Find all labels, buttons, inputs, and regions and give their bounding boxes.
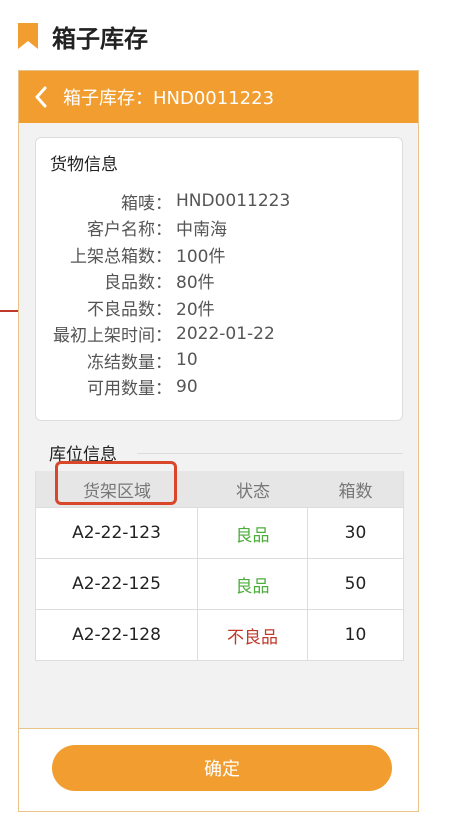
footer: 确定 bbox=[19, 728, 418, 811]
cell-count: 50 bbox=[344, 574, 367, 594]
table-header: 货架区域 状态 箱数 bbox=[36, 471, 403, 507]
location-table: 货架区域 状态 箱数 A2-22-123 良品 30 A2-22-125 良品 … bbox=[35, 471, 404, 661]
column-header-status: 状态 bbox=[236, 481, 270, 502]
info-value: 100件 bbox=[176, 246, 226, 267]
divider bbox=[137, 453, 403, 454]
info-row-available: 可用数量： 90 bbox=[36, 374, 402, 401]
info-row-frozen: 冻结数量： 10 bbox=[36, 347, 402, 374]
info-label: 最初上架时间： bbox=[53, 326, 172, 347]
page-header: 箱子库存 bbox=[18, 18, 148, 54]
cell-status: 良品 bbox=[198, 559, 308, 609]
bookmark-icon bbox=[18, 23, 38, 49]
nav-title: 箱子库存：HND0011223 bbox=[63, 88, 275, 109]
column-header-area: 货架区域 bbox=[83, 481, 151, 502]
cell-status: 不良品 bbox=[198, 610, 308, 660]
info-value: 90 bbox=[176, 376, 198, 397]
info-value: 20件 bbox=[176, 299, 215, 320]
info-value: 2022-01-22 bbox=[176, 323, 275, 344]
table-row: A2-22-123 良品 30 bbox=[36, 507, 403, 558]
goods-info-rows: 箱唛： HND0011223 客户名称： 中南海 上架总箱数： 100件 良品数： 80… bbox=[36, 188, 402, 400]
cell-count: 30 bbox=[344, 523, 367, 543]
cell-area: A2-22-123 bbox=[36, 508, 198, 558]
info-label: 冻结数量： bbox=[87, 352, 172, 373]
info-label: 客户名称： bbox=[87, 220, 172, 241]
info-row-bad-count: 不良品数： 20件 bbox=[36, 294, 402, 321]
info-value: HND0011223 bbox=[176, 191, 291, 212]
goods-info-card: 货物信息 箱唛： HND0011223 客户名称： 中南海 上架总箱数： 100件 良… bbox=[35, 137, 403, 421]
cell-area: A2-22-125 bbox=[36, 559, 198, 609]
info-row-good-count: 良品数： 80件 bbox=[36, 268, 402, 295]
location-info-title: 库位信息 bbox=[49, 445, 117, 465]
chevron-left-icon[interactable] bbox=[19, 71, 63, 123]
table-row: A2-22-125 良品 50 bbox=[36, 558, 403, 609]
nav-bar: 箱子库存：HND0011223 bbox=[19, 71, 418, 123]
info-label: 不良品数： bbox=[87, 299, 172, 320]
column-header-count: 箱数 bbox=[338, 481, 373, 502]
info-row-first-shelf-time: 最初上架时间： 2022-01-22 bbox=[36, 321, 402, 348]
info-row-customer: 客户名称： 中南海 bbox=[36, 215, 402, 242]
info-value: 80件 bbox=[176, 273, 215, 294]
table-row: A2-22-128 不良品 10 bbox=[36, 609, 403, 660]
info-row-total-boxes: 上架总箱数： 100件 bbox=[36, 241, 402, 268]
info-row-mark: 箱唛： HND0011223 bbox=[36, 188, 402, 215]
cell-area: A2-22-128 bbox=[36, 610, 198, 660]
info-label: 上架总箱数： bbox=[70, 246, 172, 267]
page-title: 箱子库存 bbox=[52, 24, 148, 53]
confirm-button[interactable]: 确定 bbox=[52, 745, 392, 791]
cell-status: 良品 bbox=[198, 508, 308, 558]
info-value: 中南海 bbox=[176, 220, 227, 241]
info-label: 可用数量： bbox=[87, 379, 172, 400]
info-label: 箱唛： bbox=[121, 193, 172, 214]
info-label: 良品数： bbox=[104, 273, 172, 294]
app-screen: 箱子库存：HND0011223 货物信息 箱唛： HND0011223 客户名称：… bbox=[18, 70, 419, 812]
goods-info-title: 货物信息 bbox=[50, 155, 118, 175]
cell-count: 10 bbox=[344, 625, 367, 645]
info-value: 10 bbox=[176, 350, 198, 371]
